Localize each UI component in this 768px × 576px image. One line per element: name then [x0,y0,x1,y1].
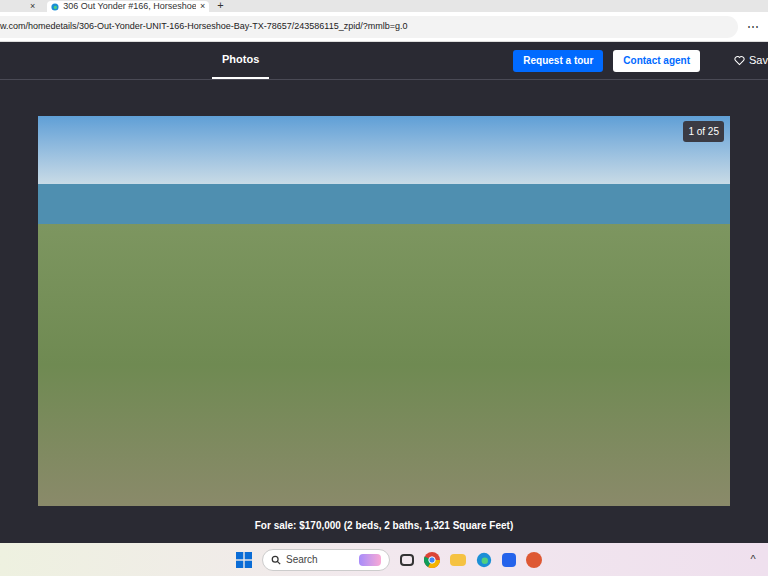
taskbar: Search ^ [0,543,768,576]
duckduckgo-icon[interactable] [526,552,542,568]
url-field[interactable]: w.com/homedetails/306-Out-Yonder-UNIT-16… [0,16,738,38]
edge-icon [51,3,59,11]
tab-strip: × 306 Out Yonder #166, Horseshoe × + [0,0,768,12]
windows-start-icon[interactable] [236,552,252,568]
screen: × 306 Out Yonder #166, Horseshoe × + w.com/h… [0,0,768,576]
tab-close-button[interactable]: × [200,2,205,11]
viewer-tab[interactable]: Photos [212,42,269,79]
save-button[interactable]: Sav [734,52,768,69]
task-view-icon[interactable] [400,554,414,566]
listing-caption: For sale: $170,000 (2 beds, 2 baths, 1,3… [255,518,513,533]
file-explorer-icon[interactable] [450,554,466,566]
address-bar: w.com/homedetails/306-Out-Yonder-UNIT-16… [0,12,768,42]
tab-title: 306 Out Yonder #166, Horseshoe [63,2,196,11]
chrome-icon[interactable] [424,552,440,568]
listing-photo[interactable]: 1 of 25 [38,116,730,506]
edge-taskbar-icon[interactable] [476,552,492,568]
taskbar-search[interactable]: Search [262,549,390,571]
photo-viewer: Photos Request a tour Contact agent Sav 1 of… [0,42,768,543]
request-tour-button[interactable]: Request a tour [513,50,603,72]
edge-icon [476,552,492,568]
browser-menu-button[interactable]: ⋯ [738,18,768,36]
browser-tab[interactable]: 306 Out Yonder #166, Horseshoe × [47,1,209,12]
store-icon[interactable] [502,553,516,567]
photo-counter-badge: 1 of 25 [683,121,724,142]
tray-overflow-button[interactable]: ^ [738,551,768,568]
heart-icon [734,54,745,67]
contact-agent-button[interactable]: Contact agent [613,50,700,72]
search-icon [271,555,281,565]
viewer-header: Photos Request a tour Contact agent Sav [0,42,768,80]
tab-close-button[interactable]: × [30,2,35,11]
new-tab-button[interactable]: + [217,0,223,11]
